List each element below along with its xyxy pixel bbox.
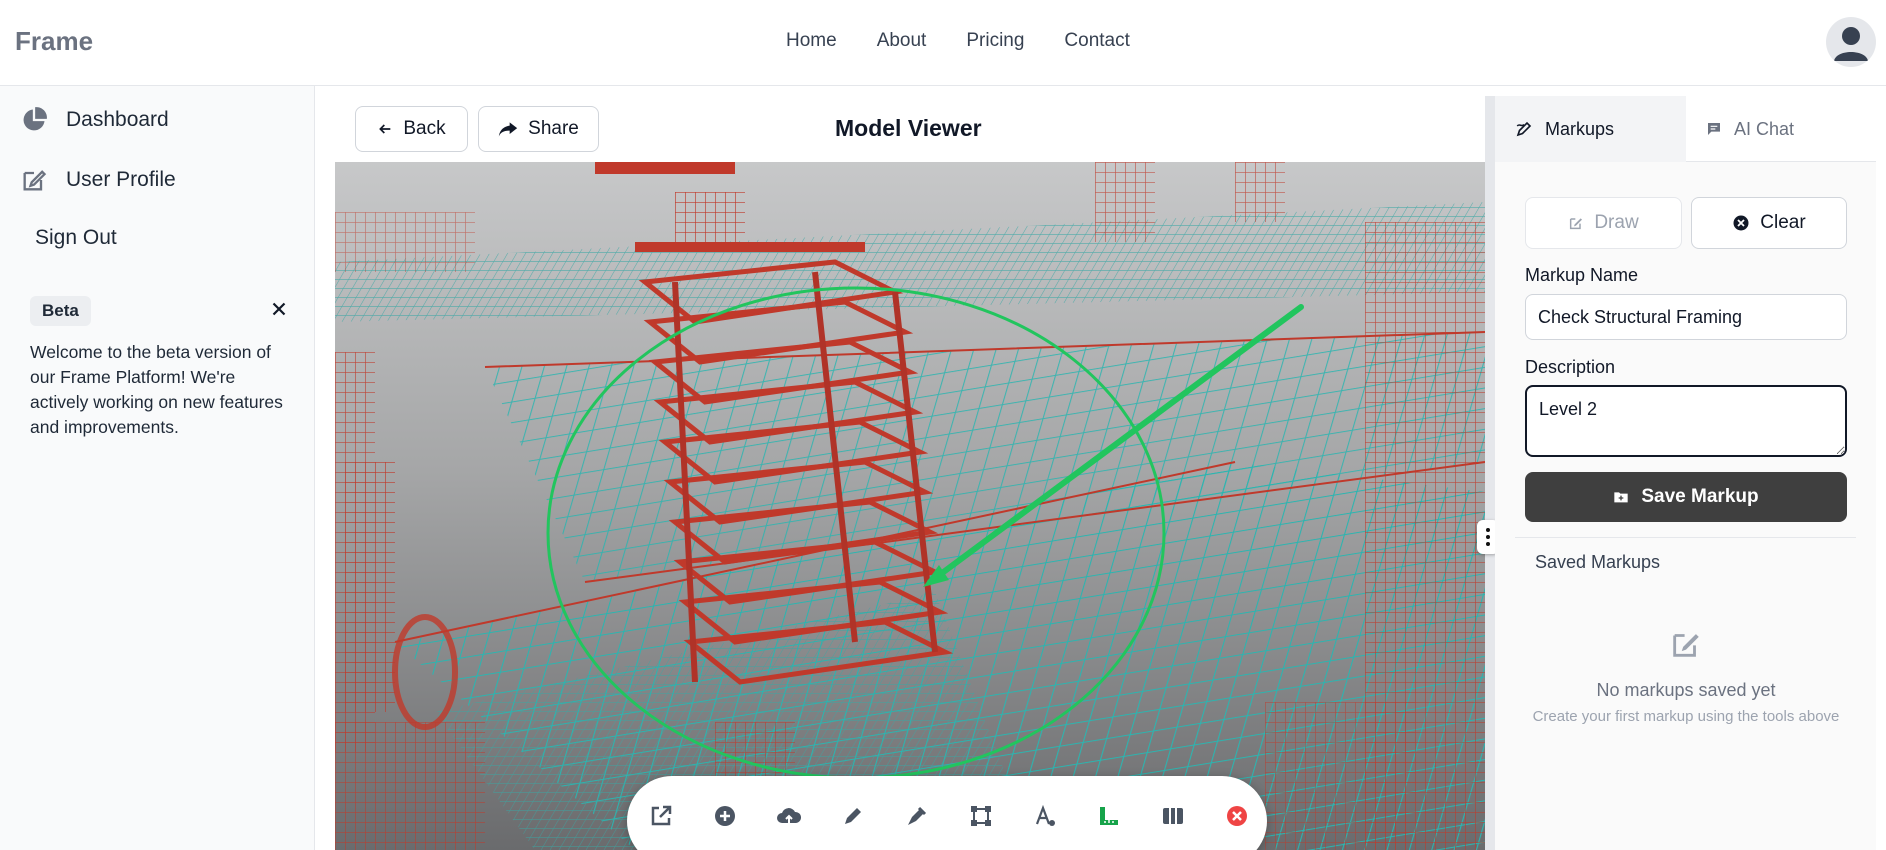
sidebar-item-sign-out[interactable]: Sign Out (35, 226, 117, 250)
external-link-icon[interactable] (647, 802, 675, 830)
pie-chart-icon (23, 107, 47, 131)
tab-ai-chat[interactable]: AI Chat (1686, 96, 1876, 162)
close-circle-icon (1733, 215, 1749, 231)
3d-viewport[interactable] (335, 162, 1485, 850)
nav-about[interactable]: About (877, 30, 927, 52)
edit-icon (23, 170, 47, 191)
viewer-toolbar: Back Share Model Viewer (335, 96, 1485, 162)
folder-icon (1614, 492, 1629, 503)
plus-circle-icon[interactable] (711, 802, 739, 830)
main-nav: Home About Pricing Contact (786, 30, 1130, 52)
tab-ai-chat-label: AI Chat (1734, 118, 1795, 139)
close-circle-icon[interactable] (1223, 802, 1251, 830)
beta-notice: Beta Welcome to the beta version of our … (30, 296, 290, 440)
model-viewer-panel: Back Share Model Viewer (335, 96, 1485, 850)
tab-markups[interactable]: Markups (1495, 96, 1686, 162)
beta-message: Welcome to the beta version of our Frame… (30, 342, 283, 437)
share-label: Share (528, 118, 579, 139)
back-button[interactable]: Back (355, 106, 468, 152)
back-label: Back (403, 118, 446, 139)
saved-markups-title: Saved Markups (1535, 552, 1661, 572)
nav-home[interactable]: Home (786, 30, 837, 52)
brand-logo[interactable]: Frame (15, 26, 93, 57)
sidebar-item-label: Dashboard (66, 108, 169, 131)
share-icon (498, 122, 518, 137)
share-button[interactable]: Share (478, 106, 599, 152)
sidebar: Dashboard User Profile Sign Out Beta Wel… (0, 86, 315, 850)
cloud-upload-icon[interactable] (775, 802, 803, 830)
panel-tabs: Markups AI Chat (1495, 96, 1876, 162)
edit-icon (1673, 634, 1699, 657)
user-avatar-icon[interactable] (1826, 17, 1876, 67)
text-icon[interactable] (1031, 802, 1059, 830)
vector-square-icon[interactable] (967, 802, 995, 830)
sidebar-item-dashboard[interactable]: Dashboard (20, 106, 169, 134)
marker-icon[interactable] (903, 802, 931, 830)
sidebar-item-label: User Profile (66, 168, 176, 191)
description-textarea[interactable]: Level 2 (1525, 385, 1847, 457)
clear-label: Clear (1760, 212, 1806, 233)
panel-divider[interactable] (1485, 96, 1495, 850)
nav-contact[interactable]: Contact (1064, 30, 1129, 52)
ruler-icon[interactable] (1095, 802, 1123, 830)
arrow-left-icon (379, 124, 391, 134)
sidebar-item-user-profile[interactable]: User Profile (20, 166, 176, 194)
chat-icon (1708, 123, 1720, 135)
markup-toolbar (627, 776, 1267, 850)
nav-pricing[interactable]: Pricing (966, 30, 1024, 52)
save-markup-label: Save Markup (1641, 486, 1759, 507)
empty-title: No markups saved yet (1596, 680, 1776, 700)
draw-button[interactable]: Draw (1525, 197, 1682, 249)
empty-state: No markups saved yet Create your first m… (1525, 627, 1847, 727)
markup-form: Draw Clear Markup Name Description Level… (1495, 162, 1876, 850)
top-navbar: Frame Home About Pricing Contact (0, 0, 1886, 86)
save-markup-button[interactable]: Save Markup (1525, 472, 1847, 522)
model-scene (335, 162, 1485, 850)
clear-button[interactable]: Clear (1691, 197, 1847, 249)
description-label: Description (1525, 357, 1616, 377)
tab-markups-label: Markups (1545, 118, 1615, 139)
markup-icon (1516, 121, 1532, 137)
draw-label: Draw (1594, 212, 1639, 233)
section-divider (1515, 537, 1856, 538)
edit-icon (1570, 218, 1583, 230)
beta-badge: Beta (30, 296, 91, 326)
markups-panel: Markups AI Chat Draw Clear Markup Name D… (1495, 96, 1886, 850)
close-icon[interactable] (268, 298, 290, 320)
markup-name-input[interactable] (1525, 294, 1847, 340)
page-title: Model Viewer (835, 115, 982, 141)
empty-subtitle: Create your first markup using the tools… (1532, 708, 1840, 725)
pen-icon[interactable] (839, 802, 867, 830)
markup-name-label: Markup Name (1525, 265, 1639, 285)
columns-icon[interactable] (1159, 802, 1187, 830)
sidebar-item-label: Sign Out (35, 226, 117, 249)
